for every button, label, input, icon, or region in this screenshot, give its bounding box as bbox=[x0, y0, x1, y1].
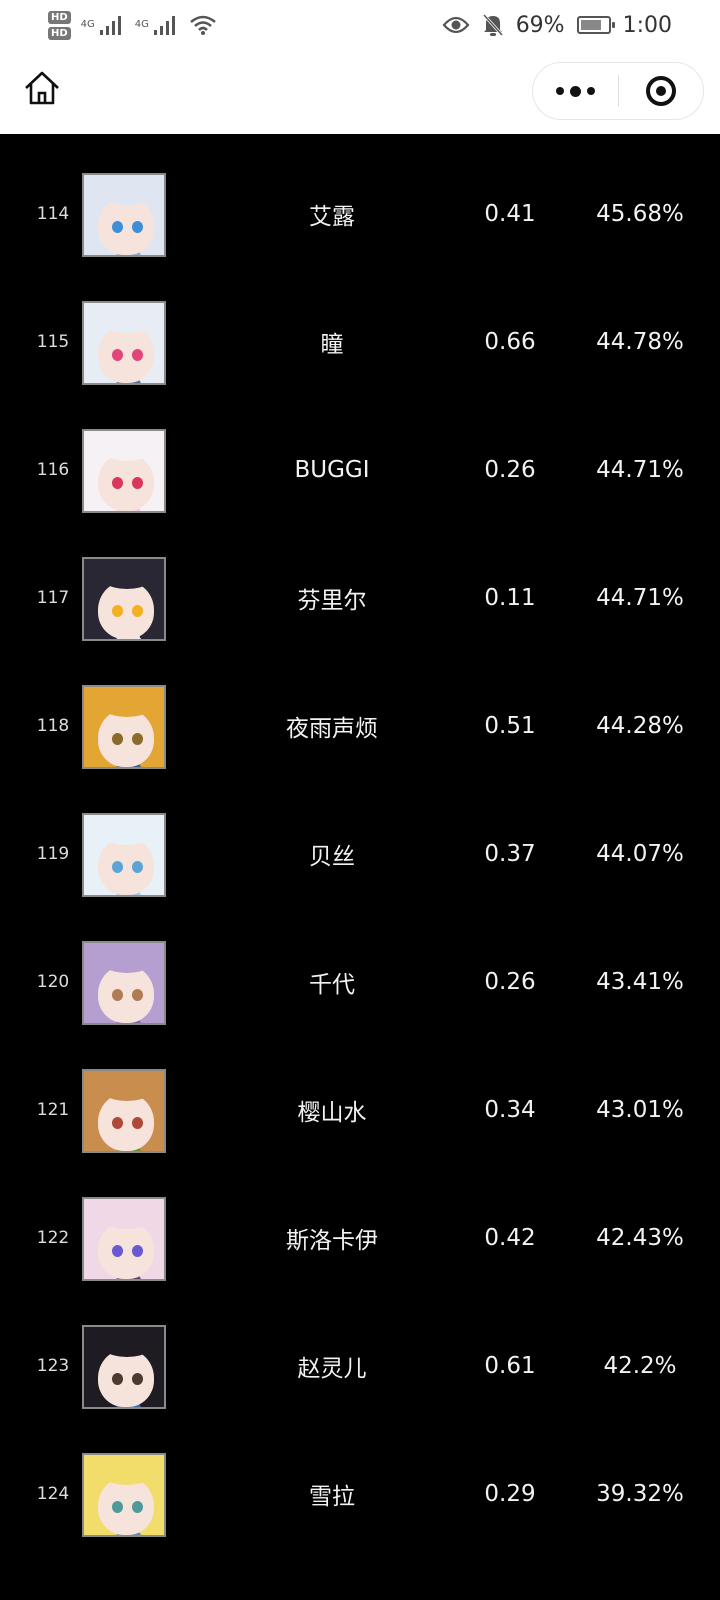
close-button[interactable] bbox=[619, 63, 703, 119]
status-right: 69% 1:00 bbox=[442, 13, 672, 38]
status-bar: HD HD 4G 4G 69% 1:00 bbox=[0, 0, 720, 50]
score-value: 0.41 bbox=[484, 201, 536, 227]
rate-value: 44.71% bbox=[596, 457, 684, 483]
rate-value: 43.01% bbox=[596, 1097, 684, 1123]
clock: 1:00 bbox=[622, 12, 672, 38]
list-item[interactable]: 116 BUGGI 0.26 44.71% bbox=[0, 406, 720, 534]
character-avatar[interactable] bbox=[82, 1453, 166, 1537]
rate-value: 44.28% bbox=[596, 713, 684, 739]
rank-number: 114 bbox=[36, 204, 70, 224]
rank-number: 124 bbox=[36, 1484, 70, 1504]
character-name: 赵灵儿 bbox=[297, 1356, 367, 1382]
score-value: 0.26 bbox=[484, 969, 536, 995]
character-name: 千代 bbox=[309, 972, 355, 998]
character-name: BUGGI bbox=[294, 457, 370, 483]
signal-icon-2 bbox=[153, 16, 175, 35]
more-button[interactable] bbox=[533, 63, 618, 119]
character-avatar[interactable] bbox=[82, 301, 166, 385]
score-value: 0.29 bbox=[484, 1481, 536, 1507]
rate-value: 44.71% bbox=[596, 585, 684, 611]
character-name: 瞳 bbox=[320, 332, 344, 358]
more-dots-icon bbox=[553, 85, 598, 97]
battery-percent: 69% bbox=[515, 12, 565, 38]
rank-number: 118 bbox=[36, 716, 70, 736]
list-item[interactable]: 119 贝丝 0.37 44.07% bbox=[0, 790, 720, 918]
ranking-list[interactable]: 114 艾露 0.41 45.68% 115 瞳 0.66 44.78% 116 BUGGI 0.2… bbox=[0, 134, 720, 1600]
rank-number: 120 bbox=[36, 972, 70, 992]
rate-value: 45.68% bbox=[596, 201, 684, 227]
rate-value: 39.32% bbox=[596, 1481, 684, 1507]
character-avatar[interactable] bbox=[82, 429, 166, 513]
character-avatar[interactable] bbox=[82, 1197, 166, 1281]
list-item[interactable]: 123 赵灵儿 0.61 42.2% bbox=[0, 1302, 720, 1430]
list-item[interactable]: 117 芬里尔 0.11 44.71% bbox=[0, 534, 720, 662]
bell-off-icon bbox=[482, 13, 503, 37]
home-icon bbox=[25, 71, 59, 105]
character-avatar[interactable] bbox=[82, 557, 166, 641]
status-left: HD HD 4G 4G bbox=[48, 10, 217, 40]
character-avatar[interactable] bbox=[82, 1069, 166, 1153]
character-avatar[interactable] bbox=[82, 1325, 166, 1409]
network-type-1: 4G bbox=[80, 18, 95, 30]
character-name: 贝丝 bbox=[309, 844, 355, 870]
character-name: 夜雨声烦 bbox=[286, 716, 378, 742]
capsule-menu bbox=[532, 62, 704, 120]
rank-number: 122 bbox=[36, 1228, 70, 1248]
character-name: 樱山水 bbox=[297, 1100, 367, 1126]
list-item[interactable]: 115 瞳 0.66 44.78% bbox=[0, 278, 720, 406]
rate-value: 44.78% bbox=[596, 329, 684, 355]
list-item[interactable]: 120 千代 0.26 43.41% bbox=[0, 918, 720, 1046]
signal-icon bbox=[99, 16, 121, 35]
score-value: 0.11 bbox=[484, 585, 536, 611]
rank-number: 117 bbox=[36, 588, 70, 608]
character-avatar[interactable] bbox=[82, 685, 166, 769]
rank-number: 119 bbox=[36, 844, 70, 864]
hd-indicators: HD HD bbox=[48, 10, 71, 40]
character-avatar[interactable] bbox=[82, 941, 166, 1025]
character-avatar[interactable] bbox=[82, 813, 166, 897]
list-item[interactable]: 114 艾露 0.41 45.68% bbox=[0, 150, 720, 278]
character-avatar[interactable] bbox=[82, 173, 166, 257]
hd-badge-1: HD bbox=[48, 10, 71, 24]
home-button[interactable] bbox=[22, 68, 62, 108]
character-name: 芬里尔 bbox=[297, 588, 367, 614]
hd-badge-2: HD bbox=[48, 26, 71, 40]
network-type-2: 4G bbox=[134, 18, 149, 30]
score-value: 0.61 bbox=[484, 1353, 536, 1379]
list-item[interactable]: 118 夜雨声烦 0.51 44.28% bbox=[0, 662, 720, 790]
score-value: 0.37 bbox=[484, 841, 536, 867]
character-name: 斯洛卡伊 bbox=[286, 1228, 378, 1254]
score-value: 0.66 bbox=[484, 329, 536, 355]
character-name: 艾露 bbox=[309, 204, 355, 230]
target-close-icon bbox=[645, 76, 676, 106]
character-name: 雪拉 bbox=[309, 1484, 355, 1510]
list-item[interactable]: 122 斯洛卡伊 0.42 42.43% bbox=[0, 1174, 720, 1302]
battery-icon bbox=[576, 16, 615, 34]
score-value: 0.26 bbox=[484, 457, 536, 483]
rank-number: 121 bbox=[36, 1100, 70, 1120]
score-value: 0.34 bbox=[484, 1097, 536, 1123]
rate-value: 42.43% bbox=[596, 1225, 684, 1251]
wifi-icon bbox=[190, 15, 216, 35]
rate-value: 42.2% bbox=[603, 1353, 677, 1379]
list-item[interactable]: 124 雪拉 0.29 39.32% bbox=[0, 1430, 720, 1558]
rate-value: 43.41% bbox=[596, 969, 684, 995]
rank-number: 123 bbox=[36, 1356, 70, 1376]
rank-number: 116 bbox=[36, 460, 70, 480]
mini-program-nav-bar bbox=[0, 50, 720, 134]
eye-icon bbox=[442, 16, 470, 34]
rate-value: 44.07% bbox=[596, 841, 684, 867]
score-value: 0.51 bbox=[484, 713, 536, 739]
rank-number: 115 bbox=[36, 332, 70, 352]
list-item[interactable]: 121 樱山水 0.34 43.01% bbox=[0, 1046, 720, 1174]
score-value: 0.42 bbox=[484, 1225, 536, 1251]
